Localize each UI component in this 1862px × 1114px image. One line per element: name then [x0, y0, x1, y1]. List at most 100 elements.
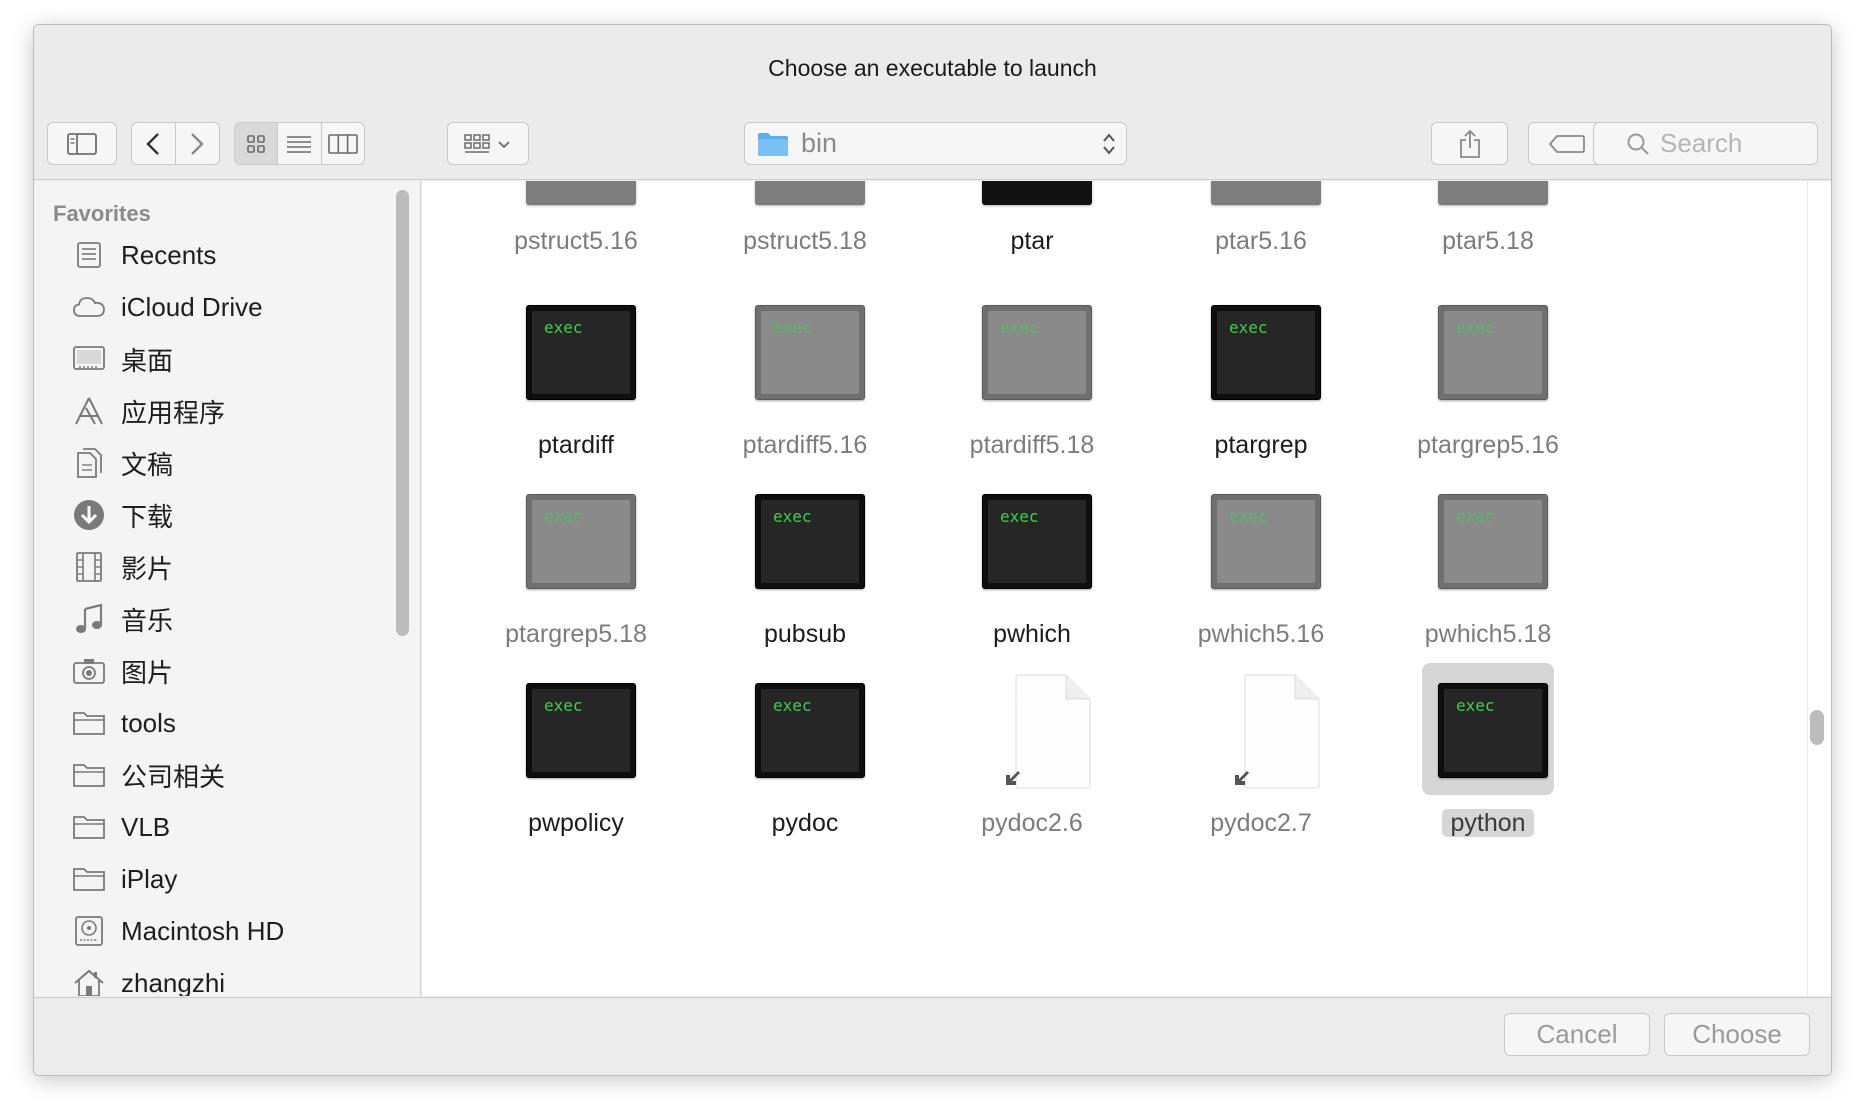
sidebar-item-label: 文稿	[121, 449, 174, 480]
sidebar-item[interactable]: iCloud Drive	[34, 281, 420, 333]
file-item[interactable]: exec ptardiff5.18	[932, 285, 1132, 485]
file-icon-area: exec	[1195, 285, 1327, 417]
file-name-text: ptardiff5.16	[742, 431, 868, 459]
tag-icon	[1548, 134, 1585, 153]
sidebar-item[interactable]: 公司相关	[34, 749, 420, 801]
file-icon-area: exec	[739, 285, 871, 417]
file-item-selected[interactable]: exec python	[1388, 663, 1588, 863]
file-name: ptar	[1010, 227, 1054, 255]
file-name-text: pydoc	[771, 809, 839, 837]
file-item[interactable]: ptar5.18	[1388, 181, 1588, 281]
sidebar-item-label: 公司相关	[121, 761, 226, 792]
terminal-screen: exec	[761, 500, 859, 583]
file-item[interactable]: exec pubsub	[705, 474, 905, 674]
file-icon-area: exec	[1422, 285, 1554, 417]
sidebar-scrollbar[interactable]	[396, 190, 409, 636]
exec-badge: exec	[544, 696, 583, 715]
file-name: pwhich5.16	[1161, 620, 1361, 649]
sidebar-item[interactable]: VLB	[34, 801, 420, 853]
favorites-header: Favorites	[53, 201, 151, 226]
sidebar-item[interactable]: Macintosh HD	[34, 905, 420, 957]
sidebar-item[interactable]: 图片	[34, 645, 420, 697]
scroll-track	[1807, 181, 1808, 996]
file-item[interactable]: exec ptargrep	[1161, 285, 1361, 485]
file-name: pwhich	[932, 620, 1132, 649]
file-item[interactable]: exec pwhich5.18	[1388, 474, 1588, 674]
file-browser: pstruct5.16 pstruct5.18 ptar ptar5.16 ptar5.…	[422, 181, 1831, 996]
cancel-button[interactable]: Cancel	[1504, 1013, 1650, 1056]
choose-button[interactable]: Choose	[1664, 1013, 1810, 1056]
sidebar-item[interactable]: Recents	[34, 229, 420, 281]
file-item[interactable]: pstruct5.16	[476, 181, 676, 281]
chevron-left-icon	[146, 132, 160, 155]
content-scrollbar[interactable]	[1810, 710, 1824, 745]
folder-icon	[758, 132, 788, 156]
file-item[interactable]: exec pydoc	[705, 663, 905, 863]
file-item[interactable]: exec ptardiff5.16	[705, 285, 905, 485]
file-name: pydoc2.7	[1161, 809, 1361, 838]
file-name: pwhich5.18	[1388, 620, 1588, 649]
file-item[interactable]: exec pwhich	[932, 474, 1132, 674]
folder-icon	[71, 705, 107, 741]
file-item[interactable]: exec pwhich5.16	[1161, 474, 1361, 674]
file-item[interactable]: pydoc2.7	[1161, 663, 1361, 863]
file-name: pydoc	[705, 809, 905, 838]
column-view-button[interactable]	[322, 123, 364, 164]
sidebar-item[interactable]: tools	[34, 697, 420, 749]
search-field[interactable]: Search	[1593, 122, 1818, 165]
file-item[interactable]: ptar	[932, 181, 1132, 281]
search-placeholder: Search	[1660, 128, 1743, 158]
path-popup-button[interactable]: bin	[744, 122, 1127, 165]
music-icon	[71, 601, 107, 637]
terminal-exec-icon: exec	[755, 305, 865, 400]
back-button[interactable]	[132, 123, 176, 164]
file-item[interactable]: pstruct5.18	[705, 181, 905, 281]
file-item[interactable]: ptar5.16	[1161, 181, 1361, 281]
sidebar-item-label: 下载	[121, 501, 174, 532]
exec-badge: exec	[1229, 318, 1268, 337]
sidebar-item[interactable]: 桌面	[34, 333, 420, 385]
terminal-exec-icon: exec	[1438, 683, 1548, 778]
terminal-screen: exec	[1217, 500, 1315, 583]
forward-button[interactable]	[176, 123, 220, 164]
list-icon	[287, 135, 312, 153]
sidebar-item[interactable]: 下载	[34, 489, 420, 541]
sidebar-toggle-button[interactable]	[47, 122, 117, 165]
icon-view-button[interactable]	[235, 123, 279, 164]
file-name: pstruct5.16	[514, 227, 638, 255]
file-name: ptardiff	[476, 431, 676, 460]
list-view-button[interactable]	[278, 123, 322, 164]
recents-icon	[71, 237, 107, 273]
sidebar-item-label: 音乐	[121, 605, 174, 636]
sidebar-item-label: 影片	[121, 553, 174, 584]
group-by-button[interactable]	[447, 122, 529, 165]
file-item[interactable]: exec ptardiff	[476, 285, 676, 485]
file-item[interactable]: exec ptargrep5.16	[1388, 285, 1588, 485]
sidebar-item[interactable]: 影片	[34, 541, 420, 593]
sidebar-item-label: tools	[121, 707, 176, 738]
terminal-exec-icon: exec	[1211, 494, 1321, 589]
file-item[interactable]: exec pwpolicy	[476, 663, 676, 863]
file-item[interactable]: pydoc2.6	[932, 663, 1132, 863]
share-button[interactable]	[1431, 122, 1508, 165]
terminal-exec-icon: exec	[526, 683, 636, 778]
movies-icon	[71, 549, 107, 585]
updown-chevron-icon	[1103, 132, 1115, 155]
terminal-screen: exec	[1217, 311, 1315, 394]
file-icon-area: exec	[1422, 474, 1554, 606]
sidebar-item[interactable]: 应用程序	[34, 385, 420, 437]
open-dialog-window: Choose an executable to launch bin Searc…	[33, 24, 1832, 1076]
exec-badge: exec	[544, 507, 583, 526]
sidebar-item[interactable]: 音乐	[34, 593, 420, 645]
hard-drive-icon	[71, 913, 107, 949]
file-name-text: ptargrep5.18	[505, 620, 647, 648]
sidebar-item[interactable]: zhangzhi	[34, 957, 420, 996]
chevron-right-icon	[191, 132, 204, 155]
file-name: ptargrep5.18	[476, 620, 676, 649]
file-name: python	[1388, 809, 1588, 838]
terminal-exec-icon: exec	[526, 494, 636, 589]
sidebar-item[interactable]: iPlay	[34, 853, 420, 905]
file-item[interactable]: exec ptargrep5.18	[476, 474, 676, 674]
sidebar-item-label: Macintosh HD	[121, 915, 285, 946]
sidebar-item[interactable]: 文稿	[34, 437, 420, 489]
